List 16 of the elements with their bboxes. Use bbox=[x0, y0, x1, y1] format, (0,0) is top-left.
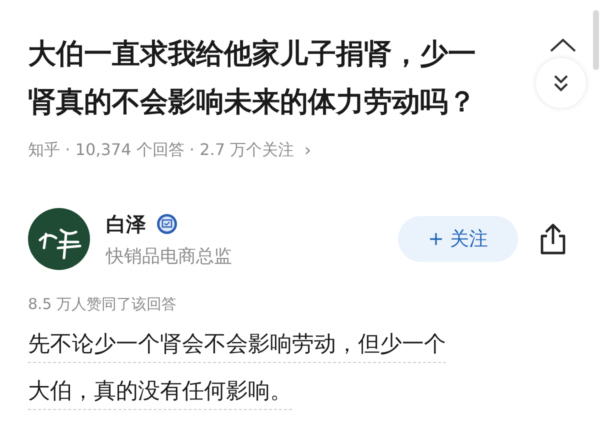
author-bio: 快销品电商总监 bbox=[106, 244, 233, 268]
chevron-link[interactable]: › bbox=[304, 140, 312, 160]
collapse-button[interactable] bbox=[536, 58, 586, 108]
question-title: 肾真的不会影响未来的体力劳动吗？ bbox=[28, 84, 476, 120]
answer-text: 大伯，真的没有任何影响。 bbox=[28, 375, 292, 410]
avatar-icon[interactable] bbox=[28, 208, 90, 270]
scrollbar[interactable] bbox=[593, 10, 599, 70]
question-stats: 知乎 · 10,374 个回答 · 2.7 万个关注 bbox=[28, 140, 294, 160]
question-title: 大伯一直求我给他家儿子捐肾，少一 bbox=[28, 36, 476, 72]
double-chevron-down-icon bbox=[551, 72, 571, 94]
caret-up-icon[interactable] bbox=[548, 36, 578, 54]
share-icon[interactable] bbox=[538, 223, 568, 255]
answer-text: 先不论少一个肾会不会影响劳动，但少一个 bbox=[28, 328, 446, 363]
author-name[interactable]: 白泽 bbox=[106, 210, 146, 238]
vote-count: 8.5 万人赞同了该回答 bbox=[27, 294, 178, 314]
follow-button[interactable]: + 关注 bbox=[398, 216, 518, 262]
